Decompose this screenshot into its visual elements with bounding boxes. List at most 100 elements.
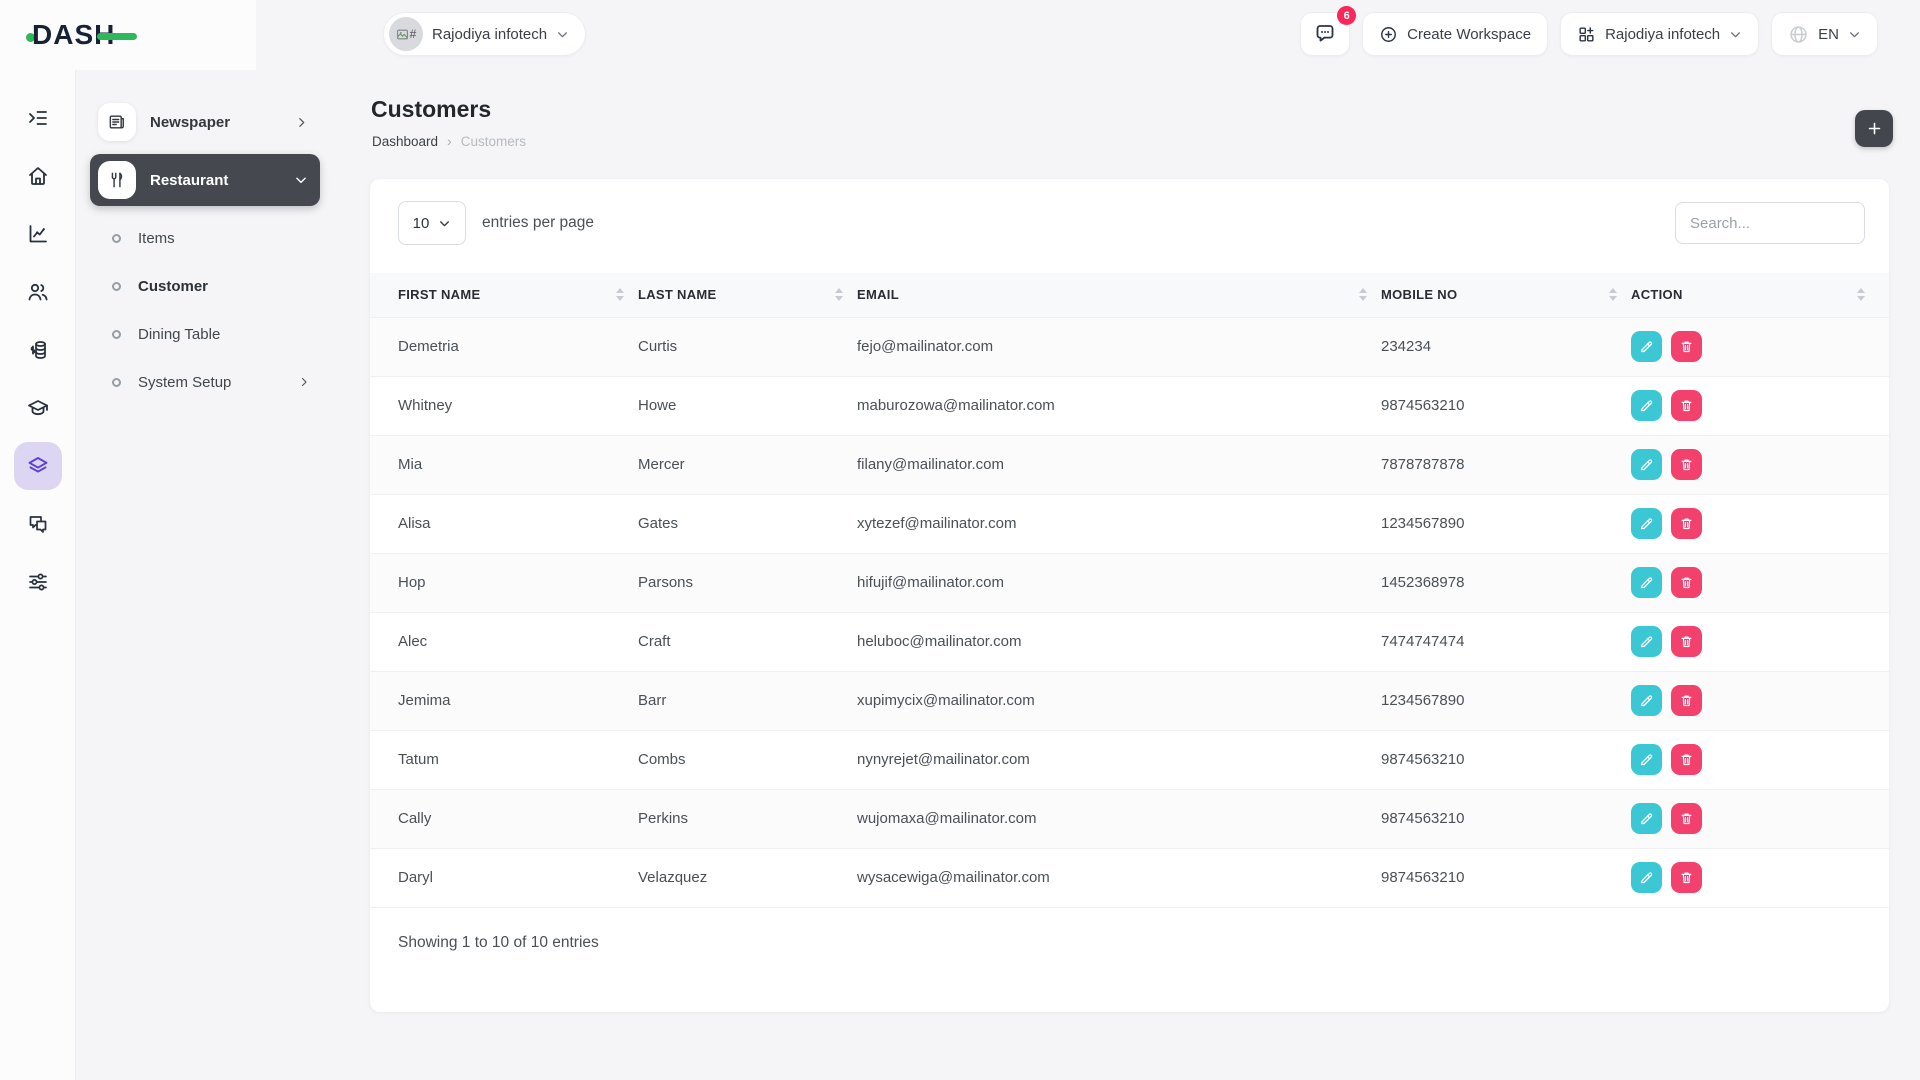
search-input[interactable] bbox=[1675, 202, 1865, 244]
restaurant-icon bbox=[98, 161, 136, 199]
cell-first-name: Alec bbox=[370, 612, 638, 671]
delete-button[interactable] bbox=[1671, 803, 1702, 834]
trash-icon bbox=[1679, 693, 1694, 708]
cell-first-name: Demetria bbox=[370, 317, 638, 376]
column-header-action[interactable]: ACTION bbox=[1631, 273, 1889, 317]
messages-button[interactable] bbox=[14, 500, 62, 548]
cell-last-name: Howe bbox=[638, 376, 857, 435]
column-header-mobile-no[interactable]: MOBILE NO bbox=[1381, 273, 1631, 317]
delete-button[interactable] bbox=[1671, 390, 1702, 421]
cell-mobile-no: 9874563210 bbox=[1381, 848, 1631, 907]
trash-icon bbox=[1679, 339, 1694, 354]
edit-button[interactable] bbox=[1631, 744, 1662, 775]
sidebar-item-dining-table[interactable]: Dining Table bbox=[90, 310, 320, 358]
edit-button[interactable] bbox=[1631, 685, 1662, 716]
delete-button[interactable] bbox=[1671, 626, 1702, 657]
cell-action bbox=[1631, 317, 1889, 376]
edit-button[interactable] bbox=[1631, 449, 1662, 480]
finance-button[interactable] bbox=[14, 326, 62, 374]
menu-toggle-icon bbox=[26, 106, 50, 130]
icon-rail bbox=[0, 0, 76, 1080]
edit-button[interactable] bbox=[1631, 567, 1662, 598]
menu-toggle-button[interactable] bbox=[14, 94, 62, 142]
table-row: Demetria Curtis fejo@mailinator.com 2342… bbox=[370, 317, 1889, 376]
delete-button[interactable] bbox=[1671, 685, 1702, 716]
cell-mobile-no: 9874563210 bbox=[1381, 376, 1631, 435]
cell-email: fejo@mailinator.com bbox=[857, 317, 1381, 376]
column-header-first-name[interactable]: FIRST NAME bbox=[370, 273, 638, 317]
cell-last-name: Craft bbox=[638, 612, 857, 671]
cell-last-name: Parsons bbox=[638, 553, 857, 612]
education-icon bbox=[26, 396, 50, 420]
home-button[interactable] bbox=[14, 152, 62, 200]
finance-icon bbox=[26, 338, 50, 362]
analytics-icon bbox=[26, 222, 50, 246]
grid-plus-icon bbox=[1577, 25, 1596, 44]
workspace-menu-button[interactable]: Rajodiya infotech bbox=[1560, 12, 1759, 56]
edit-button[interactable] bbox=[1631, 803, 1662, 834]
cell-action bbox=[1631, 612, 1889, 671]
delete-button[interactable] bbox=[1671, 567, 1702, 598]
column-header-email[interactable]: EMAIL bbox=[857, 273, 1381, 317]
delete-button[interactable] bbox=[1671, 331, 1702, 362]
cell-first-name: Cally bbox=[370, 789, 638, 848]
column-header-last-name[interactable]: LAST NAME bbox=[638, 273, 857, 317]
delete-button[interactable] bbox=[1671, 449, 1702, 480]
pencil-icon bbox=[1639, 457, 1654, 472]
delete-button[interactable] bbox=[1671, 744, 1702, 775]
cell-email: filany@mailinator.com bbox=[857, 435, 1381, 494]
sort-icon bbox=[616, 288, 624, 301]
edit-button[interactable] bbox=[1631, 626, 1662, 657]
edit-button[interactable] bbox=[1631, 331, 1662, 362]
users-icon bbox=[26, 280, 50, 304]
pencil-icon bbox=[1639, 870, 1654, 885]
cell-mobile-no: 1452368978 bbox=[1381, 553, 1631, 612]
education-button[interactable] bbox=[14, 384, 62, 432]
cell-email: wujomaxa@mailinator.com bbox=[857, 789, 1381, 848]
edit-button[interactable] bbox=[1631, 390, 1662, 421]
analytics-button[interactable] bbox=[14, 210, 62, 258]
chevron-down-icon bbox=[1848, 28, 1861, 41]
settings-sliders-button[interactable] bbox=[14, 558, 62, 606]
layers-button[interactable] bbox=[14, 442, 62, 490]
pencil-icon bbox=[1639, 398, 1654, 413]
cell-mobile-no: 9874563210 bbox=[1381, 789, 1631, 848]
delete-button[interactable] bbox=[1671, 862, 1702, 893]
app-logo[interactable]: DASH bbox=[26, 19, 137, 51]
table-summary: Showing 1 to 10 of 10 entries bbox=[370, 908, 1889, 952]
trash-icon bbox=[1679, 811, 1694, 826]
sidebar-item-restaurant[interactable]: Restaurant bbox=[90, 154, 320, 206]
table-row: Hop Parsons hifujif@mailinator.com 14523… bbox=[370, 553, 1889, 612]
entries-select[interactable]: 10 bbox=[398, 201, 466, 245]
bullet-icon bbox=[112, 234, 121, 243]
sidebar-item-customer[interactable]: Customer bbox=[90, 262, 320, 310]
table-row: Daryl Velazquez wysacewiga@mailinator.co… bbox=[370, 848, 1889, 907]
cell-mobile-no: 1234567890 bbox=[1381, 494, 1631, 553]
cell-last-name: Mercer bbox=[638, 435, 857, 494]
sidebar: Newspaper Restaurant Items Customer Dini… bbox=[76, 70, 332, 406]
add-customer-button[interactable] bbox=[1855, 110, 1893, 147]
sidebar-item-newspaper[interactable]: Newspaper bbox=[90, 96, 320, 148]
create-workspace-button[interactable]: Create Workspace bbox=[1362, 12, 1548, 56]
edit-button[interactable] bbox=[1631, 508, 1662, 539]
chevron-right-icon bbox=[298, 376, 310, 388]
top-bar: # Rajodiya infotech 6 Create Workspace R… bbox=[383, 10, 1878, 58]
cell-last-name: Velazquez bbox=[638, 848, 857, 907]
trash-icon bbox=[1679, 516, 1694, 531]
page-title: Customers bbox=[371, 96, 491, 123]
language-selector[interactable]: EN bbox=[1771, 12, 1878, 56]
workspace-pill[interactable]: # Rajodiya infotech bbox=[383, 12, 586, 56]
edit-button[interactable] bbox=[1631, 862, 1662, 893]
sidebar-item-system-setup[interactable]: System Setup bbox=[90, 358, 320, 406]
breadcrumb-dashboard[interactable]: Dashboard bbox=[372, 134, 438, 149]
chat-button[interactable]: 6 bbox=[1300, 12, 1350, 56]
cell-last-name: Barr bbox=[638, 671, 857, 730]
cell-mobile-no: 7878787878 bbox=[1381, 435, 1631, 494]
bullet-icon bbox=[112, 282, 121, 291]
users-button[interactable] bbox=[14, 268, 62, 316]
trash-icon bbox=[1679, 634, 1694, 649]
trash-icon bbox=[1679, 575, 1694, 590]
sidebar-item-items[interactable]: Items bbox=[90, 214, 320, 262]
cell-first-name: Jemima bbox=[370, 671, 638, 730]
delete-button[interactable] bbox=[1671, 508, 1702, 539]
